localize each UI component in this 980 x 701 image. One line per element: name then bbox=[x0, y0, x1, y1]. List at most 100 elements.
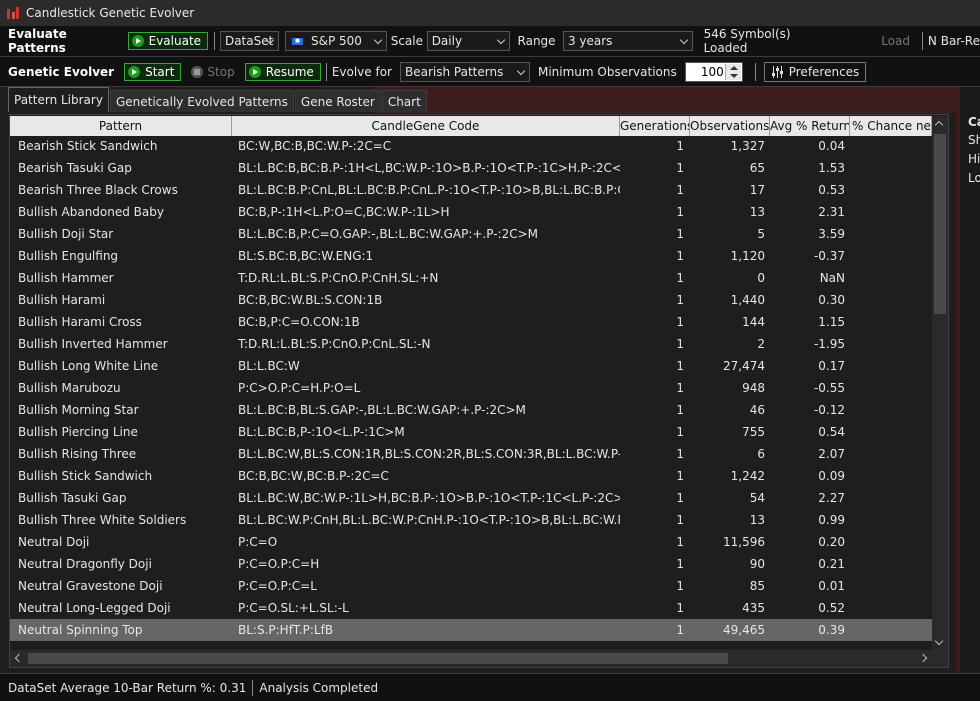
table-row[interactable]: Neutral Doji P:C=O 1 11,596 0.20 bbox=[10, 531, 932, 553]
range-value: 3 years bbox=[567, 34, 613, 48]
table-row[interactable]: Neutral Gravestone Doji P:C=O.P:C=L 1 85 0.0… bbox=[10, 575, 932, 597]
horizontal-scroll-thumb[interactable] bbox=[28, 653, 728, 664]
cell-candlegene-code: P:C=O.P:C=L bbox=[238, 579, 317, 593]
table-row[interactable]: Bearish Three Black Crows BL:L.BC:B.P:CnL… bbox=[10, 179, 932, 201]
dataset-value-label: S&P 500 bbox=[310, 34, 362, 48]
vertical-scroll-thumb[interactable] bbox=[934, 134, 946, 314]
evolve-for-value: Bearish Patterns bbox=[404, 65, 504, 79]
cell-chance-next bbox=[850, 311, 932, 333]
evaluate-button[interactable]: Evaluate bbox=[127, 32, 209, 50]
dataset-value-dropdown[interactable]: ■ S&P 500 bbox=[284, 31, 388, 51]
cell-pattern: Bullish Abandoned Baby bbox=[18, 205, 164, 219]
cell-generations: 1 bbox=[676, 381, 684, 395]
cell-chance-next bbox=[850, 157, 932, 179]
table-row[interactable]: Bullish Morning Star BL:L.BC:B,BL:S.GAP:-… bbox=[10, 399, 932, 421]
table-row[interactable]: Bullish Stick Sandwich BC:B,BC:W,BC:B.P-:… bbox=[10, 465, 932, 487]
evolve-for-dropdown[interactable]: Bearish Patterns bbox=[399, 62, 530, 82]
cell-avg-return: 0.09 bbox=[818, 469, 845, 483]
cell-pattern: Bullish Doji Star bbox=[18, 227, 114, 241]
tab-gene-roster[interactable]: Gene Roster bbox=[294, 90, 381, 112]
cell-avg-return: 3.59 bbox=[818, 227, 845, 241]
cell-candlegene-code: BC:W,BC:B,BC:W.P-:2C=C bbox=[238, 139, 392, 153]
tab-pattern-library[interactable]: Pattern Library bbox=[8, 87, 109, 112]
horizontal-scrollbar[interactable] bbox=[10, 650, 932, 667]
cell-chance-next bbox=[850, 179, 932, 201]
cell-observations: 144 bbox=[742, 315, 765, 329]
cell-candlegene-code: BC:B,P-:1H<L.P:O=C,BC:W.P-:1L>H bbox=[238, 205, 450, 219]
table-row[interactable]: Bullish Abandoned Baby BC:B,P-:1H<L.P:O=C… bbox=[10, 201, 932, 223]
cell-observations: 17 bbox=[749, 183, 765, 197]
table-row[interactable]: Bullish Three White Soldiers BL:L.BC:W.P:… bbox=[10, 509, 932, 531]
tab-genetically-evolved-patterns[interactable]: Genetically Evolved Patterns bbox=[109, 90, 294, 112]
cell-chance-next bbox=[850, 135, 932, 157]
cell-candlegene-code: BL:S.P:HfT.P:LfB bbox=[238, 623, 334, 637]
cell-candlegene-code: P:C>O.P:C=H.P:O=L bbox=[238, 381, 361, 395]
resume-button[interactable]: Resume bbox=[244, 63, 321, 81]
play-icon bbox=[128, 66, 141, 78]
table-row[interactable]: Bullish Hammer T:D.RL:L.BL:S.P:CnO.P:CnH.… bbox=[10, 267, 932, 289]
cell-chance-next bbox=[850, 553, 932, 575]
cell-observations: 49,465 bbox=[723, 623, 765, 637]
cell-candlegene-code: T:D.RL:L.BL:S.P:CnO.P:CnH.SL:+N bbox=[238, 271, 439, 285]
cell-chance-next bbox=[850, 267, 932, 289]
cell-chance-next bbox=[850, 443, 932, 465]
cell-pattern: Neutral Long-Legged Doji bbox=[18, 601, 171, 615]
stop-button[interactable]: Stop bbox=[191, 65, 235, 79]
cell-chance-next bbox=[850, 201, 932, 223]
table-row[interactable]: Bullish Harami Cross BC:B,P:C=O.CON:1B 1 14… bbox=[10, 311, 932, 333]
table-row[interactable]: Neutral Dragonfly Doji P:C=O.P:C=H 1 90 0.21 bbox=[10, 553, 932, 575]
vertical-scrollbar[interactable] bbox=[932, 116, 948, 650]
resume-button-label: Resume bbox=[265, 65, 314, 79]
cell-pattern: Neutral Spinning Top bbox=[18, 623, 143, 637]
table-row[interactable]: Bullish Inverted Hammer T:D.RL:L.BL:S.P:C… bbox=[10, 333, 932, 355]
scroll-up-icon[interactable] bbox=[934, 120, 944, 130]
status-dataset-average: DataSet Average 10-Bar Return %: 0.31 bbox=[8, 680, 247, 695]
range-dropdown[interactable]: 3 years bbox=[562, 31, 693, 51]
table-row[interactable]: Bullish Engulfing BL:S.BC:B,BC:W.ENG:1 1 1,… bbox=[10, 245, 932, 267]
cell-candlegene-code: BC:B,BC:W,BC:B.P-:2C=C bbox=[238, 469, 389, 483]
table-row[interactable]: Bullish Piercing Line BL:L.BC:B,P-:1O<L.P… bbox=[10, 421, 932, 443]
table-row[interactable]: Bullish Tasuki Gap BL:L.BC:W,BC:W.P-:1L>H… bbox=[10, 487, 932, 509]
cell-observations: 1,440 bbox=[730, 293, 765, 307]
stepper-arrows-icon[interactable] bbox=[724, 64, 741, 80]
table-row[interactable]: Neutral Spinning Top BL:S.P:HfT.P:LfB 1 49,… bbox=[10, 619, 932, 641]
min-observations-stepper[interactable]: 100 bbox=[684, 62, 743, 82]
table-row[interactable]: Bearish Stick Sandwich BC:W,BC:B,BC:W.P-:… bbox=[10, 135, 932, 157]
tab-strip: Pattern Library Genetically Evolved Patt… bbox=[8, 87, 428, 112]
preferences-button[interactable]: Preferences bbox=[763, 62, 867, 82]
cell-pattern: Bearish Stick Sandwich bbox=[18, 139, 158, 153]
table-row[interactable]: Bullish Rising Three BL:L.BC:W,BL:S.CON:1… bbox=[10, 443, 932, 465]
start-button[interactable]: Start bbox=[124, 63, 182, 81]
column-header-observations[interactable]: Observations bbox=[690, 116, 770, 136]
column-header-generations[interactable]: Generations bbox=[620, 116, 690, 136]
table-row[interactable]: Bullish Harami BC:B,BC:W.BL:S.CON:1B 1 1,44… bbox=[10, 289, 932, 311]
cell-chance-next bbox=[850, 509, 932, 531]
cell-pattern: Bullish Marubozu bbox=[18, 381, 121, 395]
load-button[interactable]: Load bbox=[881, 34, 910, 48]
status-bar: DataSet Average 10-Bar Return %: 0.31 An… bbox=[0, 673, 980, 701]
cell-avg-return: 0.04 bbox=[818, 139, 845, 153]
table-row[interactable]: Bullish Marubozu P:C>O.P:C=H.P:O=L 1 948 -0.… bbox=[10, 377, 932, 399]
table-row[interactable]: Neutral Long-Legged Doji P:C=O.SL:+L.SL:-… bbox=[10, 597, 932, 619]
column-header-candlegene-code[interactable]: CandleGene Code bbox=[232, 116, 620, 136]
chevron-down-icon bbox=[679, 35, 688, 45]
symbols-loaded-status: 546 Symbol(s) Loaded bbox=[703, 27, 791, 55]
table-row[interactable]: Bearish Tasuki Gap BL:L.BC:B,BC:B.P-:1H<L… bbox=[10, 157, 932, 179]
scroll-right-icon[interactable] bbox=[918, 653, 928, 663]
cell-chance-next bbox=[850, 333, 932, 355]
tab-chart[interactable]: Chart bbox=[381, 90, 427, 112]
cell-generations: 1 bbox=[676, 271, 684, 285]
cell-generations: 1 bbox=[676, 535, 684, 549]
scale-dropdown[interactable]: Daily bbox=[426, 31, 511, 51]
table-row[interactable]: Bullish Long White Line BL:L.BC:W 1 27,474 0… bbox=[10, 355, 932, 377]
column-header-chance-next[interactable]: % Chance next bbox=[850, 116, 932, 136]
table-row[interactable]: Bullish Doji Star BL:L.BC:B,P:C=O.GAP:-,B… bbox=[10, 223, 932, 245]
evolve-for-label: Evolve for bbox=[331, 65, 392, 79]
range-label: Range bbox=[517, 34, 556, 48]
scroll-left-icon[interactable] bbox=[14, 653, 24, 663]
cell-candlegene-code: BL:L.BC:B.P:CnL,BL:L.BC:B.P:CnL.P-:1O<T.… bbox=[238, 183, 620, 197]
column-header-pattern[interactable]: Pattern bbox=[10, 116, 232, 136]
scroll-down-icon[interactable] bbox=[934, 636, 944, 646]
dataset-dropdown[interactable]: DataSet bbox=[219, 31, 280, 51]
column-header-avg-return[interactable]: Avg % Return bbox=[770, 116, 850, 136]
